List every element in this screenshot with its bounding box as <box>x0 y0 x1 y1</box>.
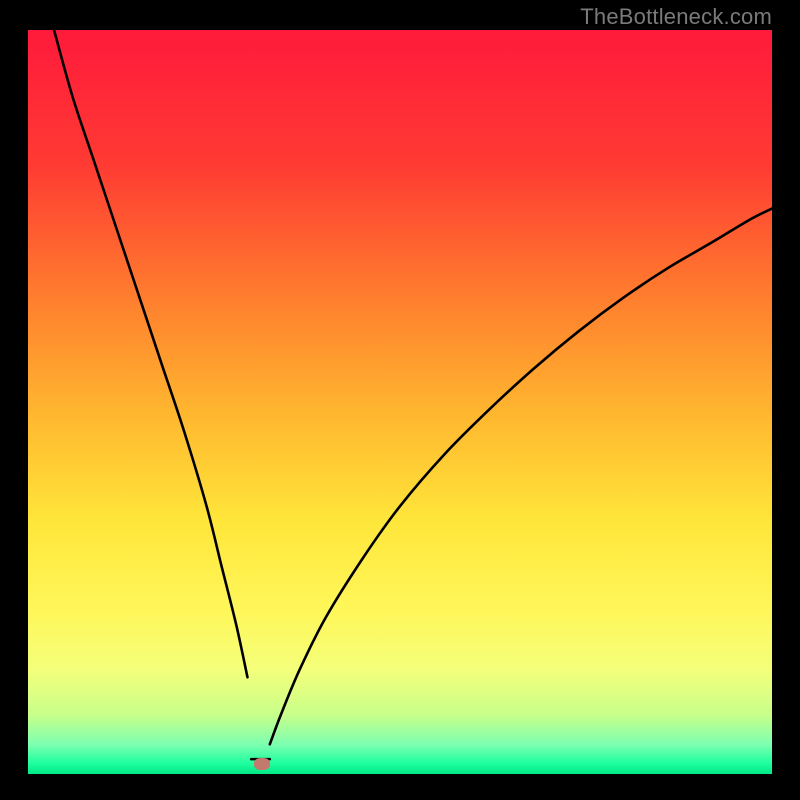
chart-frame <box>28 30 772 774</box>
optimum-marker <box>254 758 270 770</box>
chart-background-gradient <box>28 30 772 774</box>
watermark-text: TheBottleneck.com <box>580 4 772 30</box>
